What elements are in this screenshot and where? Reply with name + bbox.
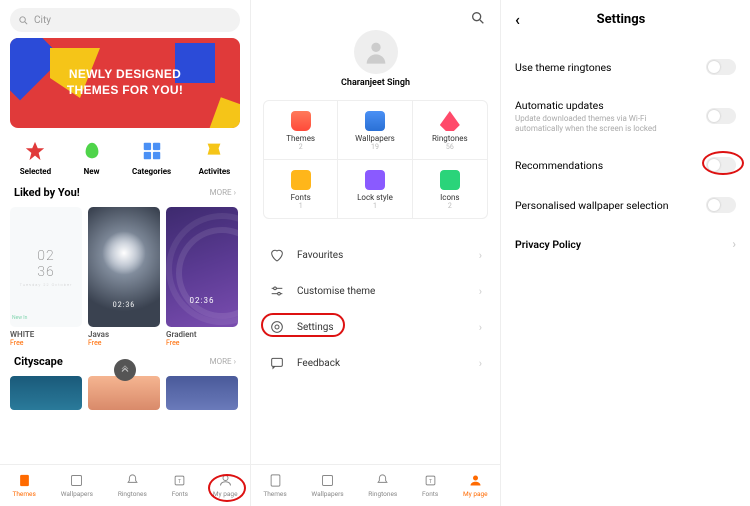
feedback-icon [269, 355, 285, 371]
settings-header: ‹ Settings [501, 0, 750, 47]
toggle[interactable] [706, 197, 736, 213]
promo-banner[interactable]: Newly Designed Themes For You! [10, 38, 240, 128]
svg-text:T: T [428, 479, 432, 485]
settings-title: Settings [506, 12, 736, 27]
settings-panel: ‹ Settings Use theme ringtones Automatic… [500, 0, 750, 506]
toggle[interactable] [706, 108, 736, 124]
tab-themes[interactable]: Themes [263, 473, 286, 498]
menu-favourites[interactable]: Favourites› [255, 237, 496, 273]
menu-settings[interactable]: Settings› [255, 309, 496, 345]
grid-ringtones[interactable]: Ringtones56 [413, 101, 487, 160]
tab-ringtones[interactable]: Ringtones [118, 473, 147, 498]
cityscape-more[interactable]: MORE › [210, 357, 236, 366]
grid-icons[interactable]: Icons2 [413, 160, 487, 218]
search-icon[interactable] [470, 10, 486, 26]
cat-categories[interactable]: Categories [132, 138, 171, 176]
search-icon [18, 15, 29, 26]
grid-themes[interactable]: Themes2 [264, 101, 338, 160]
row-ringtones[interactable]: Use theme ringtones [501, 47, 750, 87]
theme-row: 0236Tuesday 22 OctoberNew In WHITE Free … [0, 201, 250, 349]
sliders-icon [269, 283, 285, 299]
cat-activities[interactable]: Activites [199, 138, 231, 176]
search-input[interactable]: City [10, 8, 240, 32]
grid-wallpapers[interactable]: Wallpapers19 [338, 101, 412, 160]
liked-title: Liked by You! [14, 186, 80, 199]
city-thumb[interactable] [166, 376, 238, 410]
bottom-tabs: Themes Wallpapers Ringtones TFonts My pa… [0, 464, 250, 506]
menu-list: Favourites› Customise theme› Settings› F… [255, 237, 496, 381]
tab-ringtones[interactable]: Ringtones [368, 473, 397, 498]
tab-mypage[interactable]: My page [213, 473, 238, 498]
username: Charanjeet Singh [251, 78, 500, 88]
toggle[interactable] [706, 59, 736, 75]
tab-wallpapers[interactable]: Wallpapers [311, 473, 343, 498]
banner-text: Newly Designed Themes For You! [67, 67, 183, 98]
theme-card[interactable]: 0236Tuesday 22 OctoberNew In WHITE Free [10, 207, 82, 347]
cat-new[interactable]: New [79, 138, 105, 176]
gear-icon [269, 319, 285, 335]
tab-fonts[interactable]: TFonts [172, 473, 188, 498]
heart-icon [269, 247, 285, 263]
liked-more[interactable]: MORE › [210, 188, 236, 197]
bottom-tabs: Themes Wallpapers Ringtones TFonts My pa… [251, 464, 500, 506]
scroll-up-badge[interactable] [114, 359, 136, 381]
row-auto-updates[interactable]: Automatic updatesUpdate downloaded theme… [501, 87, 750, 145]
row-recommendations[interactable]: Recommendations [501, 145, 750, 185]
tab-mypage[interactable]: My page [463, 473, 488, 498]
svg-text:T: T [178, 479, 182, 485]
tab-wallpapers[interactable]: Wallpapers [61, 473, 93, 498]
cat-selected[interactable]: Selected [20, 138, 51, 176]
theme-card[interactable]: 02:36 Javas Free [88, 207, 160, 347]
tab-themes[interactable]: Themes [12, 473, 35, 498]
cityscape-title: Cityscape [14, 355, 63, 368]
tab-fonts[interactable]: TFonts [422, 473, 438, 498]
themes-home-panel: City Newly Designed Themes For You! Sele… [0, 0, 250, 506]
search-placeholder: City [34, 15, 51, 26]
row-privacy-policy[interactable]: Privacy Policy › [501, 225, 750, 263]
menu-feedback[interactable]: Feedback› [255, 345, 496, 381]
grid-lockstyle[interactable]: Lock style1 [338, 160, 412, 218]
city-thumb[interactable] [88, 376, 160, 410]
liked-header: Liked by You! MORE › [0, 184, 250, 201]
grid-fonts[interactable]: Fonts1 [264, 160, 338, 218]
row-personalised-wallpaper[interactable]: Personalised wallpaper selection [501, 185, 750, 225]
stats-grid: Themes2 Wallpapers19 Ringtones56 Fonts1 … [263, 100, 488, 219]
my-page-panel: Charanjeet Singh Themes2 Wallpapers19 Ri… [250, 0, 500, 506]
toggle[interactable] [706, 157, 736, 173]
theme-card[interactable]: 02:36 Gradient Free [166, 207, 238, 347]
avatar[interactable] [354, 30, 398, 74]
city-thumb[interactable] [10, 376, 82, 410]
menu-customise[interactable]: Customise theme› [255, 273, 496, 309]
category-row: Selected New Categories Activites [6, 138, 244, 176]
